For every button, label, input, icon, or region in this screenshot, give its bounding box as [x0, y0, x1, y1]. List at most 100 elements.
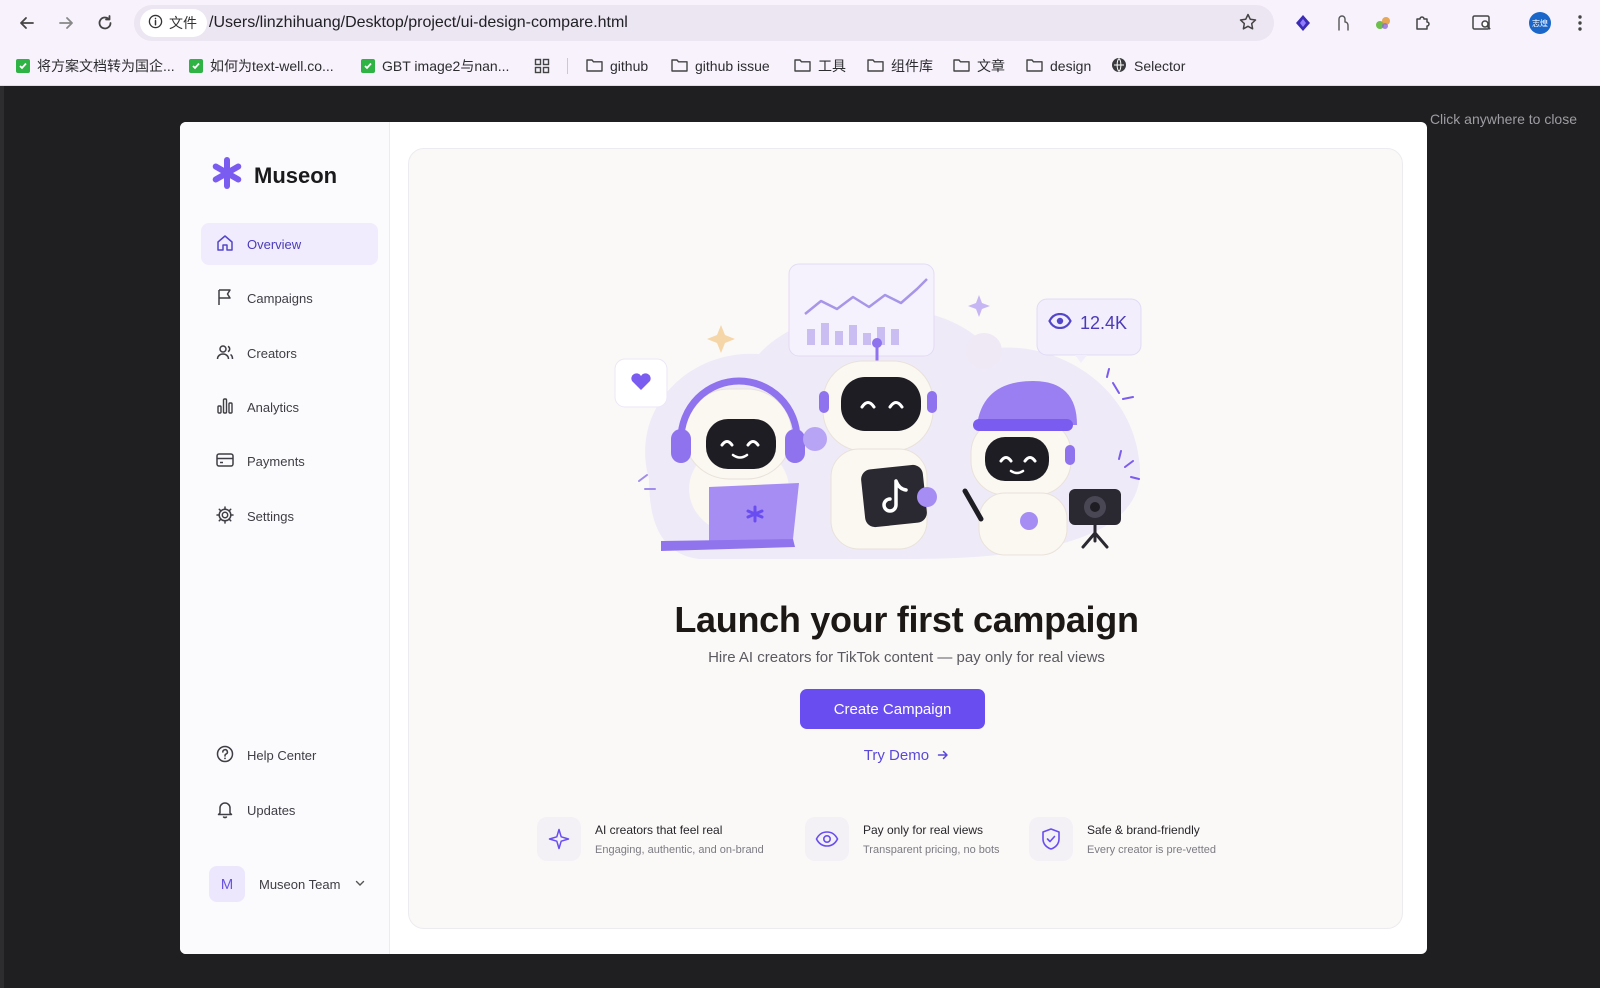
extensions-puzzle-icon[interactable] [1411, 11, 1435, 35]
bookmark-label: github issue [695, 58, 770, 74]
folder-icon [671, 58, 688, 75]
sidebar-item-label: Creators [247, 345, 297, 361]
bookmark-folder[interactable]: 文章 [953, 55, 1005, 77]
site-chip-label: 文件 [169, 15, 197, 31]
gear-icon [215, 505, 235, 528]
tab-search-icon[interactable] [1470, 11, 1494, 35]
team-switcher[interactable]: M Museon Team [209, 866, 366, 902]
puzzle-color-extension-icon[interactable] [1371, 11, 1395, 35]
robots-illustration [614, 263, 1142, 559]
sidebar-item-updates[interactable]: Updates [201, 789, 378, 831]
users-icon [215, 342, 235, 365]
profile-avatar[interactable]: 志煌 [1529, 12, 1551, 34]
site-info-chip[interactable]: 文件 [140, 9, 207, 37]
create-campaign-button[interactable]: Create Campaign [800, 689, 985, 729]
bookmark-star-icon[interactable] [1238, 12, 1260, 34]
info-icon [148, 14, 163, 32]
sidebar-item-campaigns[interactable]: Campaigns [201, 277, 378, 319]
bookmark-folder[interactable]: github [586, 55, 648, 77]
bookmark-label: design [1050, 58, 1092, 74]
sidebar-item-label: Updates [247, 802, 296, 818]
shield-check-icon [1029, 817, 1073, 861]
try-demo-link[interactable]: Try Demo [409, 747, 1404, 765]
sidebar-item-help-center[interactable]: Help Center [201, 734, 378, 776]
team-avatar: M [209, 866, 245, 902]
bookmark-item[interactable]: 如何为text-well.co... [189, 55, 334, 77]
sidebar-item-label: Payments [247, 453, 305, 469]
folder-icon [1026, 58, 1043, 75]
folder-icon [586, 58, 603, 75]
sidebar-item-creators[interactable]: Creators [201, 332, 378, 374]
bookmark-label: 工具 [818, 58, 846, 74]
bookmark-label: Selector [1134, 58, 1186, 74]
feature-desc: Engaging, authentic, and on-brand [595, 843, 764, 856]
flag-icon [215, 287, 235, 310]
sidebar-item-analytics[interactable]: Analytics [201, 386, 378, 428]
feature-desc: Transparent pricing, no bots [863, 843, 1000, 856]
bookmark-label: 文章 [977, 58, 1005, 74]
bookmark-item[interactable]: Selector [1111, 55, 1185, 77]
bookmark-label: 如何为text-well.co... [210, 58, 334, 74]
bookmark-label: 将方案文档转为国企... [37, 58, 175, 74]
empty-state-panel: 12.4K Launch your first campaign Hire AI… [408, 148, 1403, 929]
eye-icon [805, 817, 849, 861]
preview-modal: Museon Overview Campaigns Creators Analy… [180, 122, 1427, 954]
bookmark-item[interactable]: 将方案文档转为国企... [16, 55, 175, 77]
brand-name: Museon [254, 162, 338, 188]
checkbox-icon [361, 59, 375, 73]
bookmark-label: 组件库 [891, 58, 933, 74]
folder-icon [953, 58, 970, 75]
forward-arrow-icon[interactable] [54, 11, 78, 35]
browser-toolbar: 文件 /Users/linzhihuang/Desktop/project/ui… [0, 0, 1600, 46]
bookmark-folder[interactable]: github issue [671, 55, 770, 77]
sidebar-item-label: Overview [247, 236, 302, 252]
try-demo-label: Try Demo [863, 747, 930, 764]
bookmark-item[interactable]: GBT image2与nan... [361, 55, 509, 77]
url-text[interactable]: /Users/linzhihuang/Desktop/project/ui-de… [209, 14, 628, 32]
folder-icon [794, 58, 811, 75]
page-title: Launch your first campaign [674, 599, 1139, 640]
help-circle-icon [215, 744, 235, 767]
sidebar-item-settings[interactable]: Settings [201, 495, 378, 537]
sidebar-item-label: Campaigns [247, 290, 313, 306]
feature-desc: Every creator is pre-vetted [1087, 843, 1216, 856]
feature-title: Pay only for real views [863, 822, 984, 837]
team-name: Museon Team [259, 876, 341, 892]
more-menu-icon[interactable] [1568, 11, 1592, 35]
feature-ai-creators: AI creators that feel real Engaging, aut… [537, 817, 764, 861]
page-subtitle: Hire AI creators for TikTok content — pa… [708, 649, 1105, 666]
card-icon [215, 450, 235, 473]
sidebar-item-label: Analytics [247, 399, 300, 415]
views-count: 12.4K [1080, 313, 1128, 333]
eye-icon [1048, 312, 1072, 334]
sidebar-item-overview[interactable]: Overview [201, 223, 378, 265]
reload-icon[interactable] [93, 11, 117, 35]
bar-chart-icon [215, 396, 235, 419]
bookmarks-bar: 将方案文档转为国企... 如何为text-well.co... GBT imag… [0, 46, 1600, 86]
bookmark-folder[interactable]: 组件库 [867, 55, 933, 77]
apps-grid-icon[interactable] [534, 55, 550, 77]
brand-logo[interactable]: Museon [210, 156, 337, 195]
sparkle-icon [537, 817, 581, 861]
chevron-down-icon [354, 877, 366, 892]
bookmark-folder[interactable]: design [1026, 55, 1091, 77]
feature-title: Safe & brand-friendly [1087, 822, 1200, 837]
bookmark-label: GBT image2与nan... [382, 58, 510, 74]
bookmarks-divider [567, 58, 568, 74]
sidebar-item-label: Help Center [247, 747, 317, 763]
folder-icon [867, 58, 884, 75]
globe-icon [1111, 57, 1127, 76]
sidebar-item-payments[interactable]: Payments [201, 440, 378, 482]
arrow-right-icon [937, 748, 949, 765]
home-icon [215, 233, 235, 256]
script-extension-icon[interactable] [1331, 11, 1355, 35]
bookmark-folder[interactable]: 工具 [794, 55, 846, 77]
diamond-extension-icon[interactable] [1291, 11, 1315, 35]
feature-real-views: Pay only for real views Transparent pric… [805, 817, 1000, 861]
window-edge [0, 86, 4, 988]
feature-brand-safe: Safe & brand-friendly Every creator is p… [1029, 817, 1216, 861]
address-bar[interactable]: 文件 /Users/linzhihuang/Desktop/project/ui… [134, 5, 1274, 41]
back-arrow-icon[interactable] [15, 11, 39, 35]
bell-icon [215, 799, 235, 822]
close-hint[interactable]: Click anywhere to close [1430, 111, 1577, 127]
